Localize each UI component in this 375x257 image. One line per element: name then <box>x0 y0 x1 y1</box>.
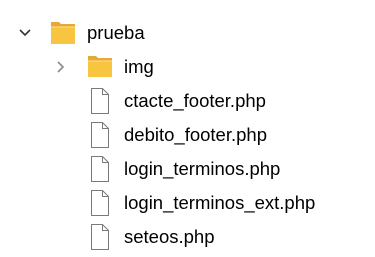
file-icon <box>89 155 111 188</box>
tree-item-file[interactable]: ctacte_footer.php <box>0 84 375 118</box>
tree-item-file[interactable]: login_terminos_ext.php <box>0 186 375 220</box>
tree-item-label: seteos.php <box>124 226 215 247</box>
file-icon <box>89 189 111 222</box>
chevron-right-icon[interactable] <box>52 59 68 75</box>
tree-item-label: img <box>124 56 154 77</box>
tree-item-label: prueba <box>87 22 145 43</box>
file-icon <box>89 121 111 154</box>
tree-item-label: login_terminos.php <box>124 158 281 179</box>
folder-icon <box>49 20 77 51</box>
tree-item-file[interactable]: seteos.php <box>0 220 375 254</box>
folder-tree: prueba img ctacte_footer.php debito_foot… <box>0 0 375 257</box>
tree-item-file[interactable]: login_terminos.php <box>0 152 375 186</box>
tree-item-img[interactable]: img <box>0 50 375 84</box>
tree-item-label: login_terminos_ext.php <box>124 192 316 213</box>
tree-item-file[interactable]: debito_footer.php <box>0 118 375 152</box>
chevron-down-icon[interactable] <box>17 25 33 41</box>
file-icon <box>89 223 111 256</box>
file-icon <box>89 87 111 120</box>
folder-icon <box>86 55 114 84</box>
tree-item-prueba[interactable]: prueba <box>0 16 375 50</box>
tree-item-label: ctacte_footer.php <box>124 90 266 111</box>
tree-item-label: debito_footer.php <box>124 124 267 145</box>
